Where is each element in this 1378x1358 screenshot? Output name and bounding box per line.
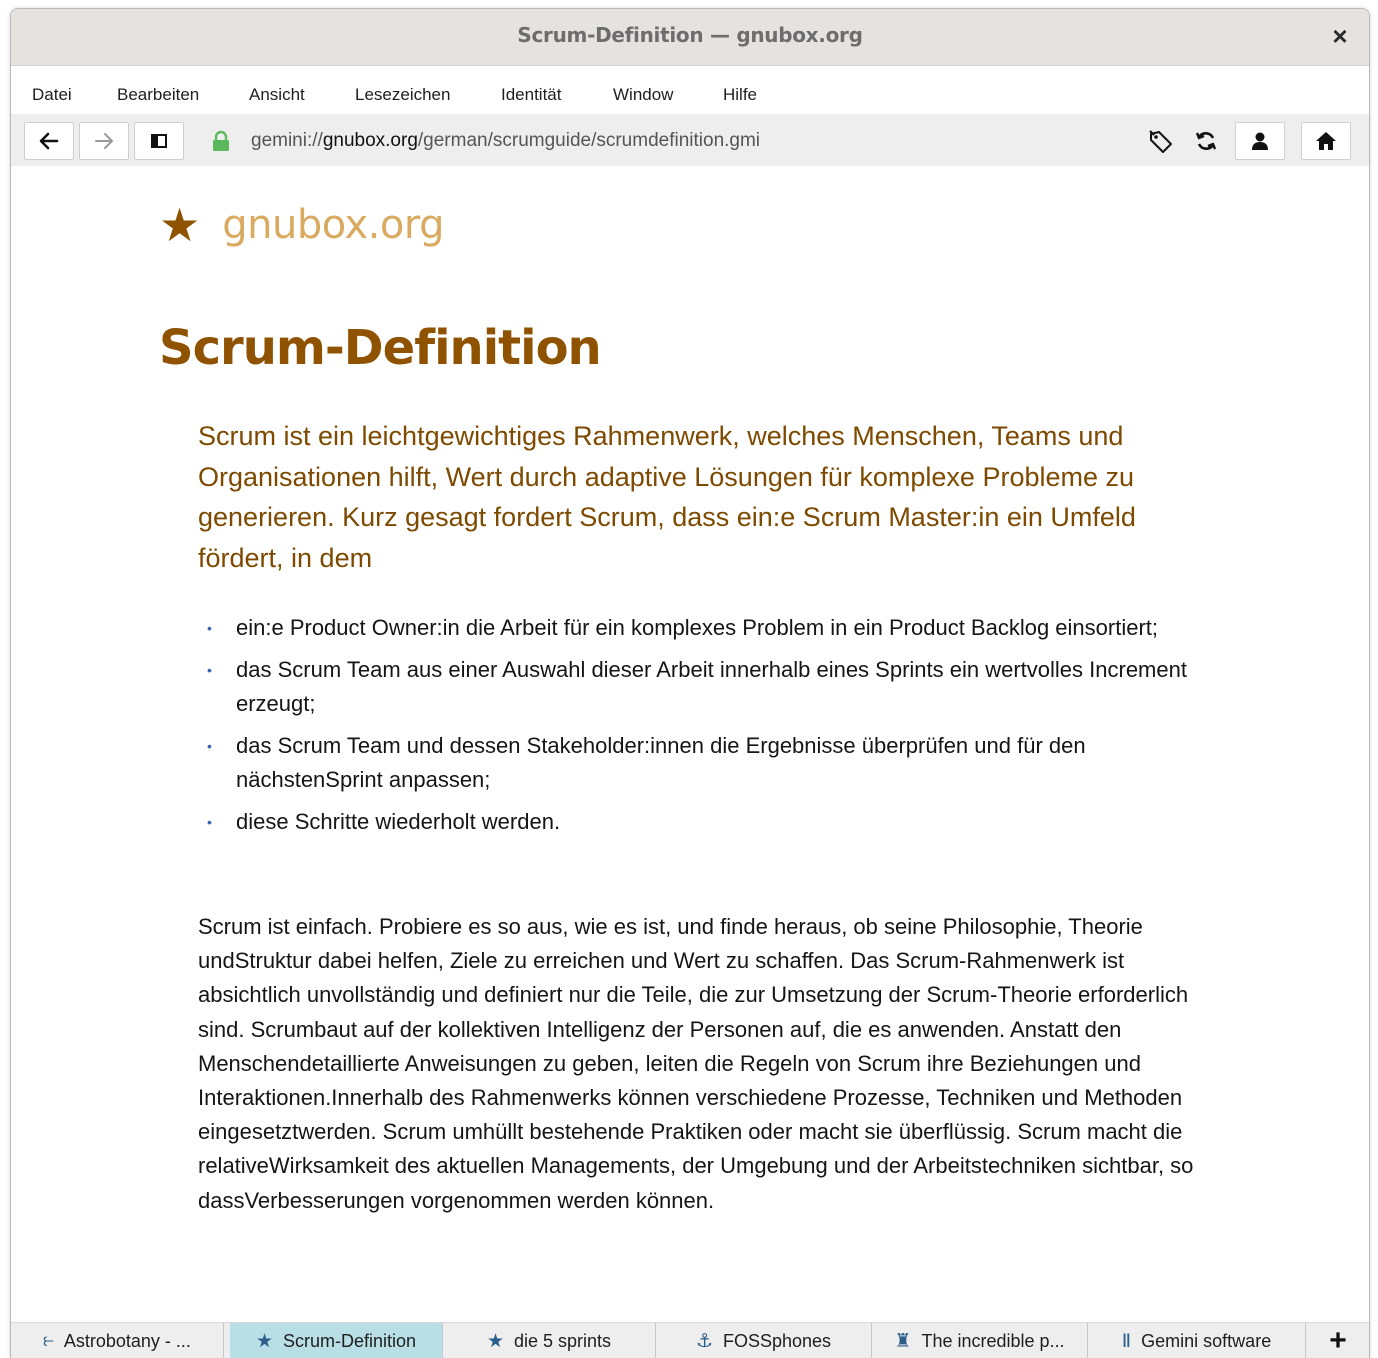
identity-icon	[1252, 132, 1268, 150]
list-item-text: ein:e Product Owner:in die Arbeit für ei…	[236, 615, 1159, 640]
tab-label: Astrobotany - ...	[63, 1330, 191, 1351]
menu-datei[interactable]: Datei	[32, 85, 72, 105]
home-button[interactable]	[1301, 122, 1351, 160]
tab-label: The incredible p...	[921, 1330, 1065, 1351]
tab-scrum-definition[interactable]: ★ Scrum-Definition	[230, 1323, 443, 1358]
home-icon	[1316, 132, 1336, 150]
star-icon: ★	[255, 1330, 273, 1352]
menu-identitaet[interactable]: Identität	[501, 85, 562, 105]
menu-hilfe[interactable]: Hilfe	[723, 85, 757, 105]
menu-bar: Datei Bearbeiten Ansicht Lesezeichen Ide…	[11, 66, 1369, 114]
browser-window: Scrum-Definition — gnubox.org × Datei Be…	[10, 8, 1370, 1358]
bullet-marker: •	[207, 662, 212, 678]
lock-icon	[213, 130, 229, 151]
sidebar-icon	[151, 134, 167, 148]
reload-icon	[1195, 132, 1217, 150]
close-button[interactable]: ×	[1325, 21, 1355, 51]
site-name: gnubox.org	[222, 202, 444, 248]
list-item: • diese Schritte wiederholt werden.	[198, 805, 1198, 839]
title-bar: Scrum-Definition — gnubox.org ×	[11, 9, 1369, 66]
tower-icon: ♜	[894, 1330, 912, 1352]
window-title: Scrum-Definition — gnubox.org	[517, 23, 863, 47]
bookmark-button[interactable]	[1136, 122, 1186, 160]
bullet-marker: •	[207, 814, 212, 830]
menu-window[interactable]: Window	[613, 85, 673, 105]
tab-label: FOSSphones	[722, 1330, 832, 1351]
list-item-text: das Scrum Team aus einer Auswahl dieser …	[236, 657, 1187, 716]
forward-button[interactable]	[79, 122, 129, 160]
menu-bearbeiten[interactable]: Bearbeiten	[117, 85, 199, 105]
page-title: Scrum-Definition	[159, 320, 602, 376]
star-icon: ★	[159, 199, 201, 251]
tab-label: Scrum-Definition	[283, 1330, 417, 1351]
new-tab-button[interactable]: +	[1307, 1323, 1369, 1358]
tab-bar: ⥼ Astrobotany - ... ★ Scrum-Definition ★…	[11, 1322, 1369, 1358]
body-paragraph: Scrum ist einfach. Probiere es so aus, w…	[198, 914, 1194, 1213]
url-scheme: gemini://	[251, 130, 323, 151]
url-path: /german/scrumguide/scrumdefinition.gmi	[417, 130, 761, 151]
tab-gemini-software[interactable]: Ⅱ Gemini software	[1088, 1323, 1306, 1358]
tab-astrobotany[interactable]: ⥼ Astrobotany - ...	[11, 1323, 224, 1358]
anchor-icon: ⚓	[695, 1330, 713, 1352]
menu-ansicht[interactable]: Ansicht	[249, 85, 305, 105]
list-item: • das Scrum Team und dessen Stakeholder:i…	[198, 729, 1198, 797]
sprout-icon: ⥼	[43, 1330, 54, 1351]
bullet-marker: •	[207, 620, 212, 636]
list-item: • das Scrum Team aus einer Auswahl dieser…	[198, 653, 1198, 721]
menu-lesezeichen[interactable]: Lesezeichen	[355, 85, 450, 105]
list-item-text: das Scrum Team und dessen Stakeholder:in…	[236, 733, 1086, 792]
bookmark-tag-icon	[1149, 130, 1172, 153]
tab-die-5-sprints[interactable]: ★ die 5 sprints	[443, 1323, 656, 1358]
back-arrow-icon	[39, 132, 59, 150]
lead-paragraph: Scrum ist ein leichtgewichtiges Rahmenwe…	[198, 421, 1136, 573]
gemini-icon: Ⅱ	[1121, 1330, 1132, 1352]
tab-label: die 5 sprints	[513, 1330, 612, 1351]
forward-arrow-icon	[95, 133, 113, 149]
url-text[interactable]: gemini://gnubox.org/german/scrumguide/sc…	[251, 130, 760, 152]
back-button[interactable]	[24, 122, 74, 160]
list-item: • ein:e Product Owner:in die Arbeit für e…	[198, 611, 1198, 645]
list-item-text: diese Schritte wiederholt werden.	[236, 809, 561, 834]
star-icon: ★	[486, 1330, 504, 1352]
navigation-toolbar: gemini://gnubox.org/german/scrumguide/sc…	[11, 114, 1369, 166]
tab-fossphones[interactable]: ⚓ FOSSphones	[656, 1323, 872, 1358]
url-host: gnubox.org	[322, 130, 418, 151]
sidebar-toggle-button[interactable]	[134, 122, 184, 160]
bullet-marker: •	[207, 738, 212, 754]
site-banner[interactable]: ★ gnubox.org	[159, 200, 444, 250]
bullet-list: • ein:e Product Owner:in die Arbeit für e…	[198, 611, 1198, 847]
reload-button[interactable]	[1181, 122, 1231, 160]
identity-button[interactable]	[1235, 122, 1285, 160]
tab-the-incredible[interactable]: ♜ The incredible p...	[872, 1323, 1088, 1358]
page-content: ★ gnubox.org Scrum-Definition Scrum ist …	[11, 166, 1369, 1322]
url-bar[interactable]: gemini://gnubox.org/german/scrumguide/sc…	[201, 122, 1111, 160]
tab-label: Gemini software	[1141, 1330, 1272, 1351]
